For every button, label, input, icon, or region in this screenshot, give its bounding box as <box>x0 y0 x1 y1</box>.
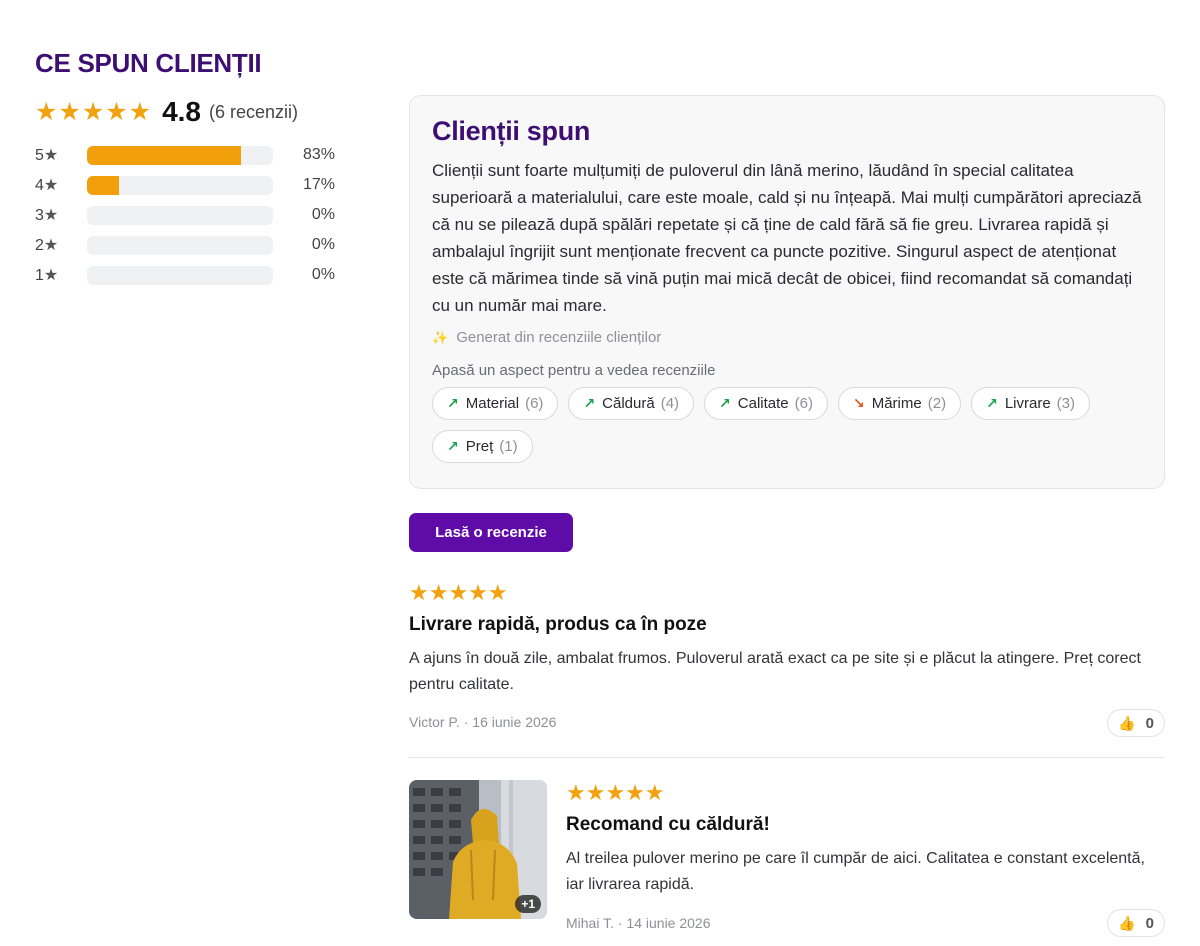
sparkles-icon: ✨ <box>432 329 449 345</box>
rating-row[interactable]: 3★ 0% <box>35 200 335 230</box>
star-icon: ★ <box>43 147 59 164</box>
trend-up-icon: ↗ <box>719 395 731 411</box>
aspect-chip[interactable]: ↗ Preț (1) <box>432 430 533 463</box>
ai-summary-text: Clienții sunt foarte mulțumiți de pulove… <box>432 161 1142 315</box>
rating-percent: 83% <box>302 146 335 163</box>
aspect-label: Calitate <box>737 395 789 412</box>
review-meta: Mihai T. · 14 iunie 2026 <box>566 915 711 931</box>
review-divider <box>409 757 1165 758</box>
rating-bar <box>87 235 273 255</box>
rating-row[interactable]: 4★ 17% <box>35 170 335 200</box>
trend-up-icon: ↗ <box>447 395 459 411</box>
aspect-label: Material <box>465 395 520 412</box>
aspect-chip[interactable]: ↗ Căldură (4) <box>568 387 695 420</box>
write-review-button[interactable]: Lasă o recenzie <box>409 513 573 552</box>
rating-row-label: 1★ <box>35 267 59 284</box>
rating-bar <box>87 205 273 225</box>
review-title: Livrare rapidă, produs ca în poze <box>409 614 707 635</box>
rating-percent: 0% <box>311 236 335 253</box>
rating-row-label: 4★ <box>35 177 59 194</box>
helpful-count: 0 <box>1145 714 1154 732</box>
ai-summary-card: Clienții spun Clienții sunt foarte mulțu… <box>409 95 1165 489</box>
aspect-count: (1) <box>499 438 518 455</box>
trend-up-icon: ↗ <box>986 395 998 411</box>
trend-up-icon: ↗ <box>447 438 459 454</box>
trend-down-icon: ↘ <box>852 395 865 411</box>
aspect-label: Livrare <box>1004 395 1051 412</box>
review-card: +1 ★★★★★ Recomand cu căldură! Al treilea… <box>409 780 1165 940</box>
average-stars-icon: ★★★★★ <box>35 98 153 126</box>
rating-row[interactable]: 2★ 0% <box>35 230 335 260</box>
aspect-label: Preț <box>465 438 494 455</box>
star-icon: ★ <box>43 177 59 194</box>
helpful-button[interactable]: 👍 0 <box>1107 709 1165 737</box>
rating-distribution: 5★ 83% 4★ 17% 3★ 0% 2★ 0% 1★ 0% <box>35 140 335 290</box>
aspect-chips: ↗ Material (6) ↗ Căldură (4) ↗ Calitate (6) ↘ Mări… <box>432 387 1132 463</box>
rating-bar-fill <box>87 145 242 165</box>
helpful-count: 0 <box>1145 914 1154 932</box>
star-icon: ★ <box>43 267 59 284</box>
rating-bar-fill <box>87 175 119 195</box>
more-photos-badge: +1 <box>515 895 541 913</box>
aspect-count: (2) <box>927 395 947 412</box>
rating-row-label: 5★ <box>35 147 59 164</box>
rating-bar <box>87 265 273 285</box>
rating-row-label: 3★ <box>35 207 59 224</box>
helpful-button[interactable]: 👍 0 <box>1107 909 1165 937</box>
review-title: Recomand cu căldură! <box>566 814 770 835</box>
section-title: CE SPUN CLIENȚII <box>35 48 262 78</box>
aspect-hint: Apasă un aspect pentru a vedea recenziil… <box>432 362 716 379</box>
aspect-chip[interactable]: ↗ Livrare (3) <box>971 387 1091 420</box>
aspect-count: (3) <box>1056 395 1076 412</box>
rating-row-label: 2★ <box>35 237 59 254</box>
generated-label: Generat din recenziile clienților <box>456 329 662 346</box>
aspect-count: (6) <box>794 395 813 412</box>
rating-bar <box>87 145 273 165</box>
rating-bar <box>87 175 273 195</box>
rating-percent: 0% <box>311 266 335 283</box>
aspect-chip[interactable]: ↘ Mărime (2) <box>837 387 962 420</box>
aspect-count: (4) <box>660 395 680 412</box>
rating-percent: 0% <box>311 206 335 223</box>
review-body: A ajuns în două zile, ambalat frumos. Pu… <box>409 650 1141 693</box>
thumbs-up-icon: 👍 <box>1118 714 1136 731</box>
rating-percent: 17% <box>302 176 335 193</box>
aspect-label: Căldură <box>602 395 655 412</box>
review-stars-icon: ★★★★★ <box>409 580 508 605</box>
ai-summary-title: Clienții spun <box>432 116 591 146</box>
average-rating: 4.8 <box>162 96 201 127</box>
review-count: (6 recenzii) <box>209 101 299 122</box>
star-icon: ★ <box>43 207 59 224</box>
generated-note: ✨ Generat din recenziile clienților <box>432 329 1142 346</box>
review-meta: Victor P. · 16 iunie 2026 <box>409 714 557 730</box>
rating-summary: ★★★★★ 4.8 (6 recenzii) 5★ 83% 4★ 17% 3★ 0% 2★ 0… <box>35 96 335 290</box>
aspect-chip[interactable]: ↗ Material (6) <box>432 387 559 420</box>
aspect-chip[interactable]: ↗ Calitate (6) <box>704 387 828 420</box>
review-card: ★★★★★ Livrare rapidă, produs ca în poze … <box>409 580 1165 740</box>
review-stars-icon: ★★★★★ <box>566 780 665 805</box>
aspect-label: Mărime <box>871 395 922 412</box>
aspect-count: (6) <box>525 395 544 412</box>
trend-up-icon: ↗ <box>583 395 596 411</box>
star-icon: ★ <box>43 237 59 254</box>
thumbs-up-icon: 👍 <box>1118 914 1136 931</box>
rating-row[interactable]: 1★ 0% <box>35 260 335 290</box>
review-photo[interactable]: +1 <box>409 780 547 919</box>
review-body: Al treilea pulover merino pe care îl cum… <box>566 850 1145 893</box>
rating-row[interactable]: 5★ 83% <box>35 140 335 170</box>
